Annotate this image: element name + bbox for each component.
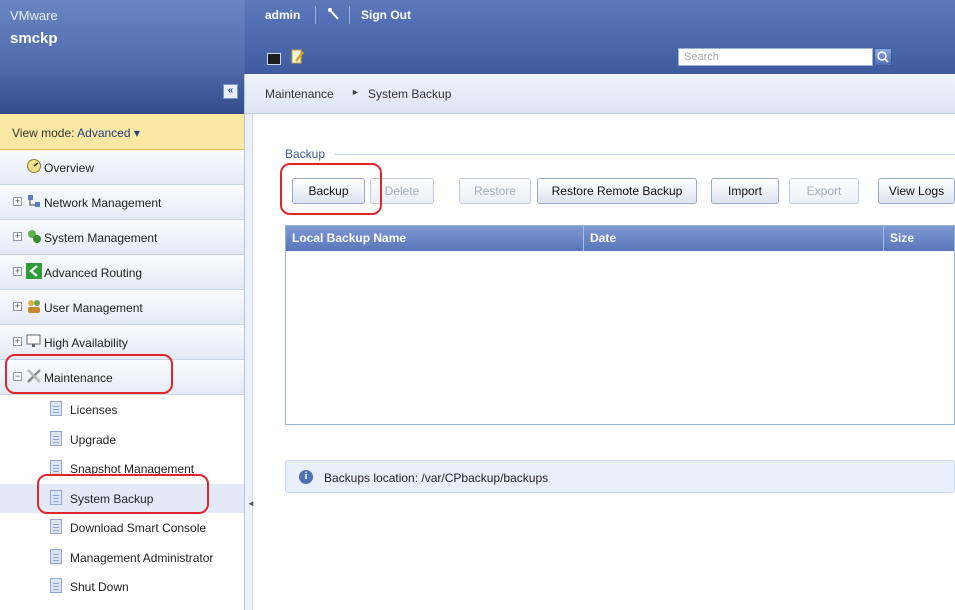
sidebar-header: « [0, 74, 244, 114]
sidebar-item-download-smart-console[interactable]: Download Smart Console [0, 513, 244, 543]
section-label: Backup [285, 147, 326, 161]
divider [335, 154, 955, 155]
expand-icon[interactable]: + [13, 232, 22, 241]
info-icon: i [299, 470, 313, 484]
overview-icon [26, 158, 42, 174]
sidebar-item-system-management[interactable]: + System Management [0, 220, 244, 255]
document-icon [50, 401, 62, 416]
restore-remote-backup-button[interactable]: Restore Remote Backup [537, 178, 697, 204]
submenu-label: Snapshot Management [70, 462, 195, 476]
collapse-icon[interactable]: − [13, 372, 22, 381]
sign-out-link[interactable]: Sign Out [361, 8, 411, 22]
search-input[interactable] [678, 48, 873, 66]
sidebar: « View mode: Advanced ▾ Overview + Netwo… [0, 74, 245, 610]
restore-button[interactable]: Restore [459, 178, 531, 204]
submenu-label: Management Administrator [70, 550, 214, 565]
document-icon [50, 519, 62, 534]
network-icon [26, 193, 42, 209]
breadcrumb: Maintenance ► System Backup [245, 74, 955, 114]
main-content: Maintenance ► System Backup ◄ Backup Bac… [245, 74, 955, 610]
submenu-label: Licenses [70, 403, 118, 417]
sidebar-item-label: Overview [44, 161, 95, 175]
wrench-icon[interactable] [327, 7, 343, 23]
sidebar-item-system-backup[interactable]: System Backup [0, 483, 244, 513]
info-banner: i Backups location: /var/CPbackup/backup… [285, 460, 955, 493]
users-icon [26, 298, 42, 314]
chevron-left-icon[interactable]: ◄ [247, 499, 255, 508]
system-icon [26, 228, 42, 244]
breadcrumb-current: System Backup [368, 87, 452, 101]
expand-icon[interactable]: + [13, 302, 22, 311]
sidebar-item-licenses[interactable]: Licenses [0, 395, 244, 425]
import-button[interactable]: Import [711, 178, 779, 204]
document-icon [50, 430, 62, 446]
sidebar-item-label: High Availability [44, 336, 128, 350]
sidebar-item-network-management[interactable]: + Network Management [0, 185, 244, 220]
edit-icon[interactable] [291, 49, 305, 65]
sidebar-item-label: Maintenance [44, 371, 113, 385]
maintenance-submenu: Licenses Upgrade Snapshot Management Sys… [0, 395, 244, 602]
splitter-handle[interactable]: ◄ [245, 114, 255, 610]
submenu-label: Download Smart Console [70, 521, 207, 535]
backup-button[interactable]: Backup [292, 178, 365, 204]
collapse-sidebar-icon[interactable]: « [223, 84, 238, 99]
sidebar-item-user-management[interactable]: + User Management [0, 290, 244, 325]
divider [315, 6, 316, 24]
document-icon [50, 578, 62, 593]
sidebar-item-high-availability[interactable]: + High Availability [0, 325, 244, 360]
sidebar-item-label: User Management [44, 301, 143, 315]
terminal-icon[interactable] [267, 53, 281, 65]
document-icon [50, 489, 62, 505]
expand-icon[interactable]: + [13, 197, 22, 206]
sidebar-item-maintenance[interactable]: − Maintenance [0, 360, 244, 395]
document-icon [50, 460, 62, 475]
backup-table: Local Backup Name Date Size [285, 225, 955, 425]
view-mode-value[interactable]: Advanced ▾ [77, 126, 140, 140]
sidebar-item-overview[interactable]: Overview [0, 150, 244, 185]
view-mode-label: View mode: [12, 126, 75, 140]
sidebar-item-management-administrator[interactable]: Management Administrator [0, 543, 244, 573]
sidebar-item-advanced-routing[interactable]: + Advanced Routing [0, 255, 244, 290]
expand-icon[interactable]: + [13, 267, 22, 276]
breadcrumb-parent[interactable]: Maintenance [265, 87, 334, 101]
view-logs-button[interactable]: View Logs [878, 178, 955, 204]
current-user: admin [265, 8, 301, 22]
sidebar-item-label: System Management [44, 231, 158, 245]
delete-button[interactable]: Delete [370, 178, 434, 204]
divider [349, 6, 350, 24]
ha-icon [26, 333, 42, 349]
sidebar-item-label: Advanced Routing [44, 266, 143, 280]
view-mode-selector[interactable]: View mode: Advanced ▾ [0, 114, 244, 150]
sidebar-item-upgrade[interactable]: Upgrade [0, 425, 244, 455]
maintenance-icon [26, 368, 42, 384]
table-header: Local Backup Name Date Size [286, 226, 954, 251]
submenu-label: System Backup [70, 491, 154, 506]
export-button[interactable]: Export [789, 178, 859, 204]
column-header-size[interactable]: Size [884, 226, 955, 251]
sidebar-item-snapshot-management[interactable]: Snapshot Management [0, 454, 244, 484]
header-brand-area: VMware smckp [0, 0, 245, 74]
app-header: VMware smckp admin Sign Out [0, 0, 955, 74]
submenu-label: Shut Down [70, 580, 129, 594]
column-header-date[interactable]: Date [584, 226, 884, 251]
sidebar-item-shut-down[interactable]: Shut Down [0, 572, 244, 602]
routing-icon [26, 263, 42, 279]
vendor-name: VMware [10, 8, 58, 23]
submenu-label: Upgrade [70, 432, 117, 447]
header-toolbar: admin Sign Out [245, 0, 955, 74]
expand-icon[interactable]: + [13, 337, 22, 346]
document-icon [50, 548, 62, 564]
search-icon[interactable] [874, 48, 892, 66]
chevron-right-icon: ► [351, 87, 360, 97]
column-header-name[interactable]: Local Backup Name [286, 226, 584, 251]
hostname: smckp [10, 30, 58, 47]
info-text: Backups location: /var/CPbackup/backups [324, 471, 549, 485]
sidebar-item-label: Network Management [44, 196, 162, 210]
